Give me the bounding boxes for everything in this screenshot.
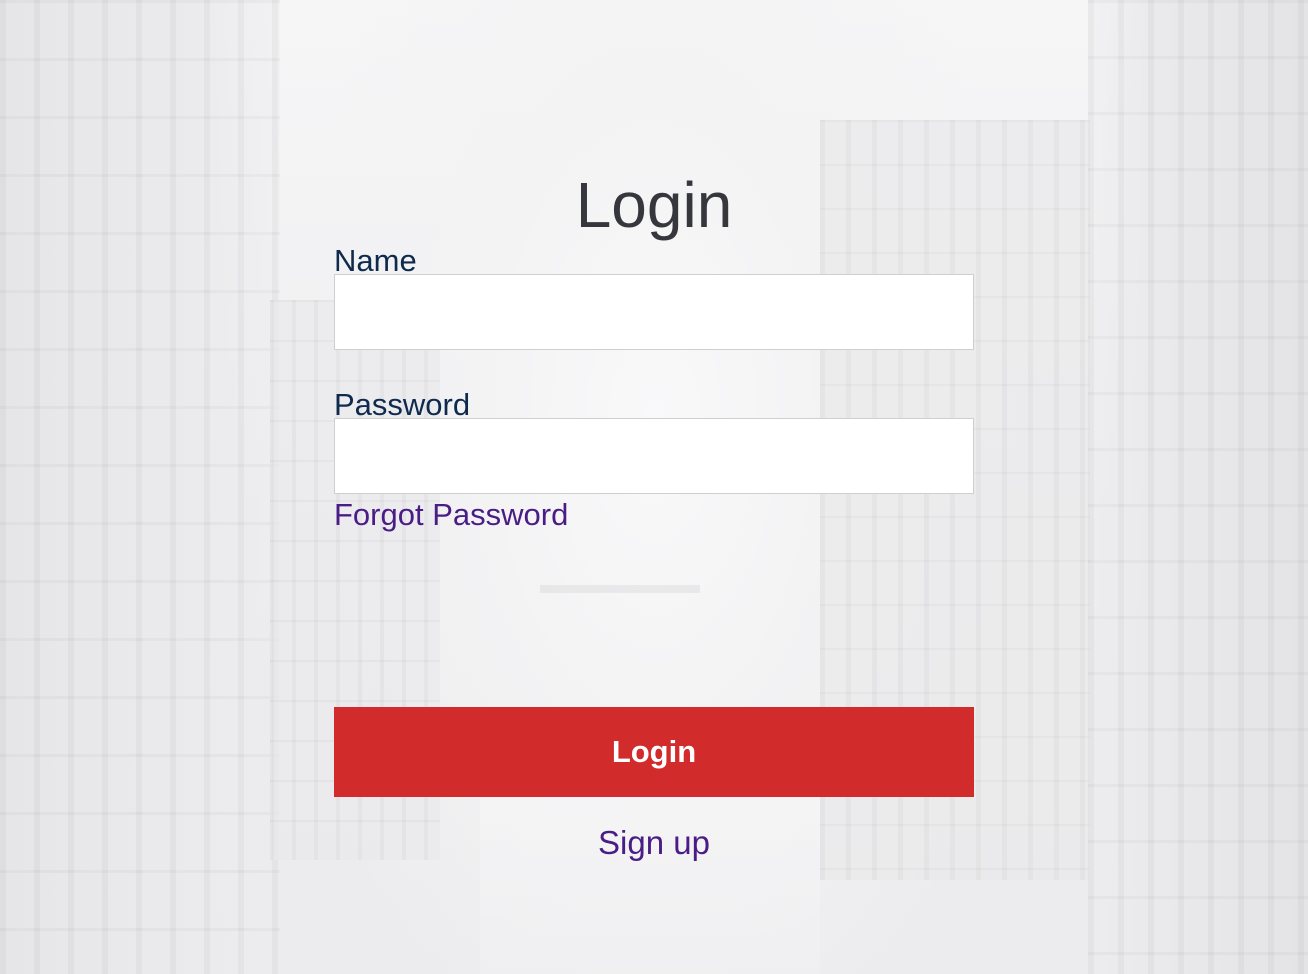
forgot-password-link[interactable]: Forgot Password [334,496,568,534]
login-button[interactable]: Login [334,707,974,797]
password-label: Password [334,387,471,422]
password-input[interactable] [334,418,974,494]
background-building-left [0,0,280,974]
name-input[interactable] [334,274,974,350]
background-building-right [1088,0,1308,974]
background-bridge [540,585,700,593]
signup-link[interactable]: Sign up [334,823,974,863]
login-form: Login Name Password Forgot Password [334,160,974,534]
page-title: Login [575,169,733,241]
